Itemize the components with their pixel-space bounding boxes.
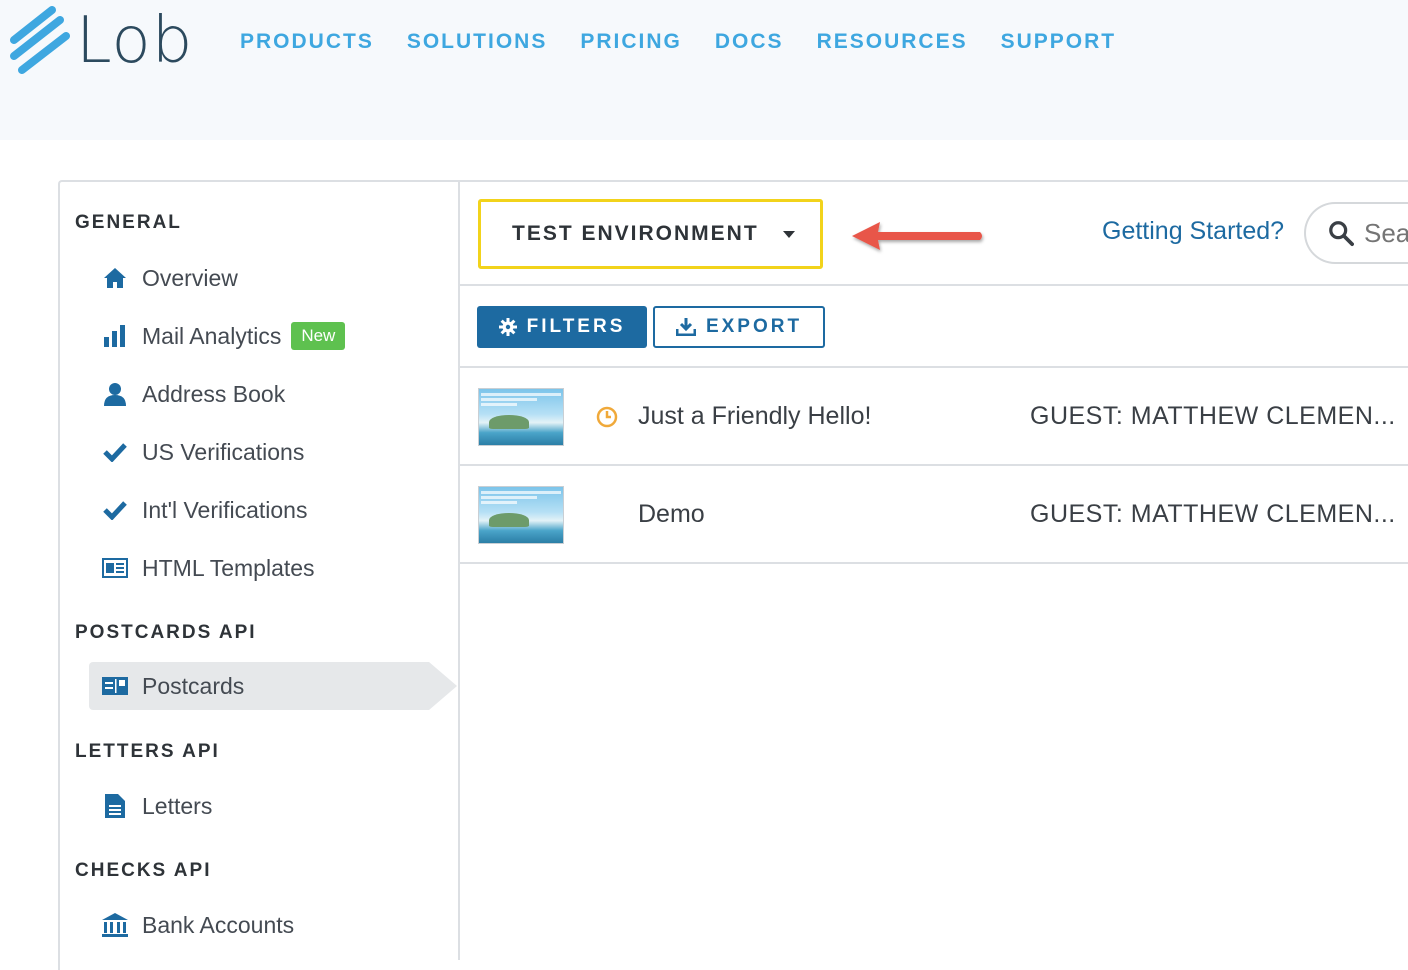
bar-chart-icon (102, 323, 128, 349)
getting-started-link[interactable]: Getting Started? (1102, 217, 1284, 246)
top-navbar: Lob PRODUCTS SOLUTIONS PRICING DOCS RESO… (0, 0, 1408, 140)
lob-logo-text: Lob (76, 4, 194, 78)
clock-icon (596, 406, 618, 428)
active-item-pointer (429, 662, 457, 710)
lob-logo[interactable]: Lob (8, 6, 193, 76)
search-icon (1329, 221, 1354, 246)
sidebar-item-label: Bank Accounts (142, 911, 295, 938)
lob-logo-mark-icon (10, 6, 70, 74)
sidebar-item-label: HTML Templates (142, 554, 315, 581)
sidebar-item-label: US Verifications (142, 438, 305, 465)
bank-icon (102, 912, 128, 938)
nav-pricing[interactable]: PRICING (580, 30, 682, 54)
home-icon (102, 265, 128, 291)
postcard-recipient: GUEST: MATTHEW CLEMEN... (1030, 500, 1396, 528)
divider (460, 284, 1408, 286)
download-icon (675, 318, 696, 336)
template-icon (102, 555, 128, 581)
nav-docs[interactable]: DOCS (715, 30, 784, 54)
export-label: EXPORT (705, 316, 803, 337)
postcard-thumbnail (478, 486, 564, 544)
sidebar-item-label: Postcards (142, 672, 245, 699)
checkmark-icon (102, 439, 128, 465)
postcard-name: Just a Friendly Hello! (638, 402, 872, 430)
section-title-checks-api: CHECKS API (75, 860, 212, 881)
sidebar-item-intl-verifications[interactable]: Int'l Verifications (102, 486, 432, 534)
nav-solutions[interactable]: SOLUTIONS (407, 30, 548, 54)
main-nav: PRODUCTS SOLUTIONS PRICING DOCS RESOURCE… (240, 30, 1116, 54)
filters-label: FILTERS (526, 316, 626, 337)
new-badge: New (291, 322, 346, 350)
export-button[interactable]: EXPORT (653, 306, 825, 348)
postcard-thumbnail (478, 388, 564, 446)
postcard-recipient: GUEST: MATTHEW CLEMEN... (1030, 402, 1396, 430)
sidebar-item-overview[interactable]: Overview (102, 254, 432, 302)
person-icon (102, 381, 128, 407)
section-title-general: GENERAL (75, 212, 182, 233)
annotation-arrow-icon (852, 222, 982, 250)
sidebar-item-letters[interactable]: Letters (102, 782, 432, 830)
gear-icon (498, 318, 517, 336)
sidebar-item-label: Int'l Verifications (142, 496, 308, 523)
sidebar-item-bank-accounts[interactable]: Bank Accounts (102, 901, 432, 949)
search-box[interactable] (1304, 202, 1408, 264)
nav-products[interactable]: PRODUCTS (240, 30, 374, 54)
sidebar-item-mail-analytics[interactable]: Mail Analytics New (102, 312, 432, 360)
filters-button[interactable]: FILTERS (477, 306, 647, 348)
postcard-row[interactable]: Just a Friendly Hello! GUEST: MATTHEW CL… (460, 368, 1408, 466)
search-input[interactable] (1364, 217, 1408, 249)
sidebar-item-label: Mail Analytics (142, 322, 282, 349)
nav-resources[interactable]: RESOURCES (817, 30, 968, 54)
environment-dropdown[interactable]: TEST ENVIRONMENT (478, 199, 823, 269)
sidebar: GENERAL Overview Mail Analytics New Addr… (60, 182, 460, 960)
sidebar-item-html-templates[interactable]: HTML Templates (102, 544, 432, 592)
postcard-row[interactable]: Demo GUEST: MATTHEW CLEMEN... (460, 466, 1408, 564)
chevron-down-icon (782, 230, 795, 238)
checkmark-icon (102, 497, 128, 523)
postcard-name: Demo (638, 500, 705, 528)
environment-label: TEST ENVIRONMENT (512, 222, 759, 245)
document-icon (102, 793, 128, 819)
section-title-postcards-api: POSTCARDS API (75, 622, 257, 643)
sidebar-item-us-verifications[interactable]: US Verifications (102, 428, 432, 476)
sidebar-item-label: Overview (142, 264, 238, 291)
nav-support[interactable]: SUPPORT (1001, 30, 1117, 54)
sidebar-item-address-book[interactable]: Address Book (102, 370, 432, 418)
sidebar-item-label: Address Book (142, 380, 286, 407)
sidebar-item-postcards[interactable]: Postcards (102, 662, 432, 710)
section-title-letters-api: LETTERS API (75, 741, 220, 762)
sidebar-item-label: Letters (142, 792, 213, 819)
postcard-icon (102, 673, 128, 699)
